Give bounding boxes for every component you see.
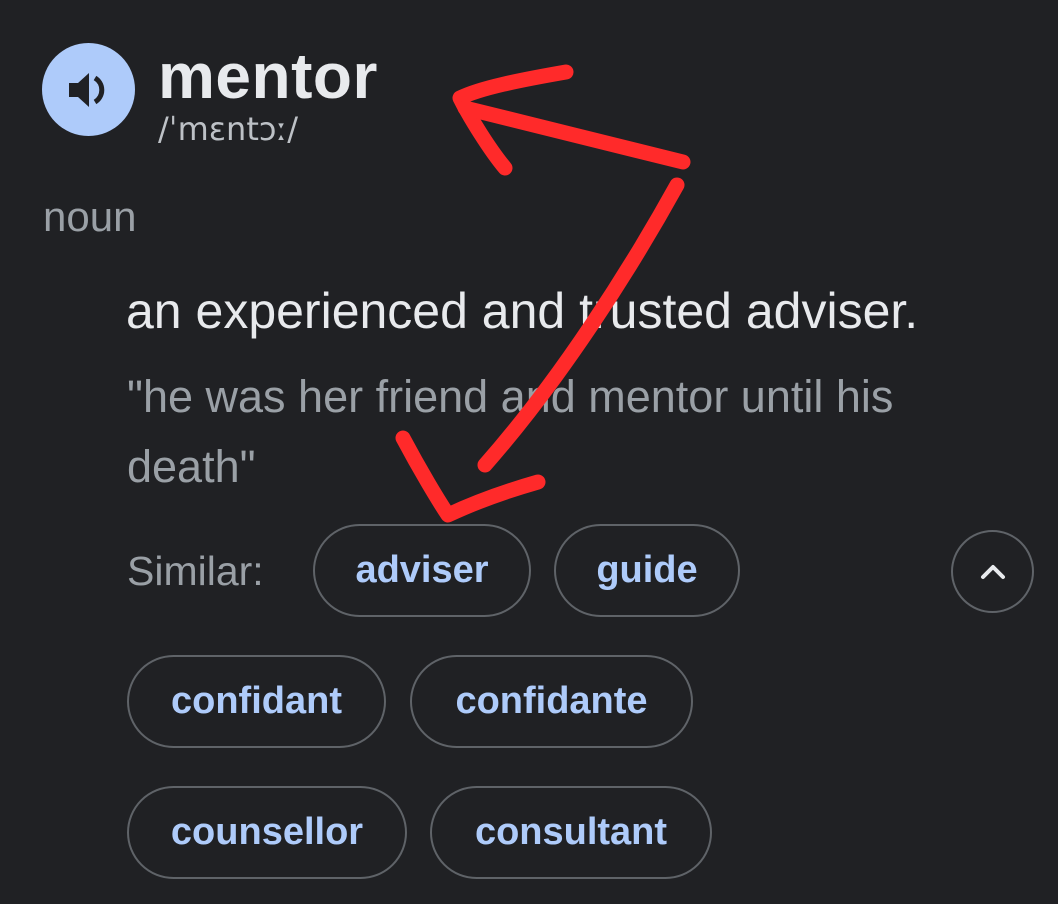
chevron-up-icon [980, 564, 1005, 579]
similar-chip-guide[interactable]: guide [554, 524, 740, 617]
similar-chip-counsellor[interactable]: counsellor [127, 786, 407, 879]
part-of-speech: noun [43, 193, 137, 240]
headword: mentor [158, 40, 378, 112]
similar-chip-confidante[interactable]: confidante [410, 655, 693, 748]
similar-chip-adviser[interactable]: adviser [313, 524, 531, 617]
play-pronunciation-button[interactable] [42, 43, 135, 136]
phonetic-transcription: /ˈmɛntɔː/ [158, 110, 299, 148]
example-sentence: "he was her friend and mentor until his … [127, 371, 894, 492]
similar-chip-confidant[interactable]: confidant [127, 655, 386, 748]
definition-text: an experienced and trusted adviser. [126, 283, 919, 339]
similar-label: Similar: [127, 548, 264, 594]
collapse-similar-button[interactable] [951, 530, 1034, 613]
speaker-icon [68, 72, 104, 107]
similar-chip-consultant[interactable]: consultant [430, 786, 712, 879]
